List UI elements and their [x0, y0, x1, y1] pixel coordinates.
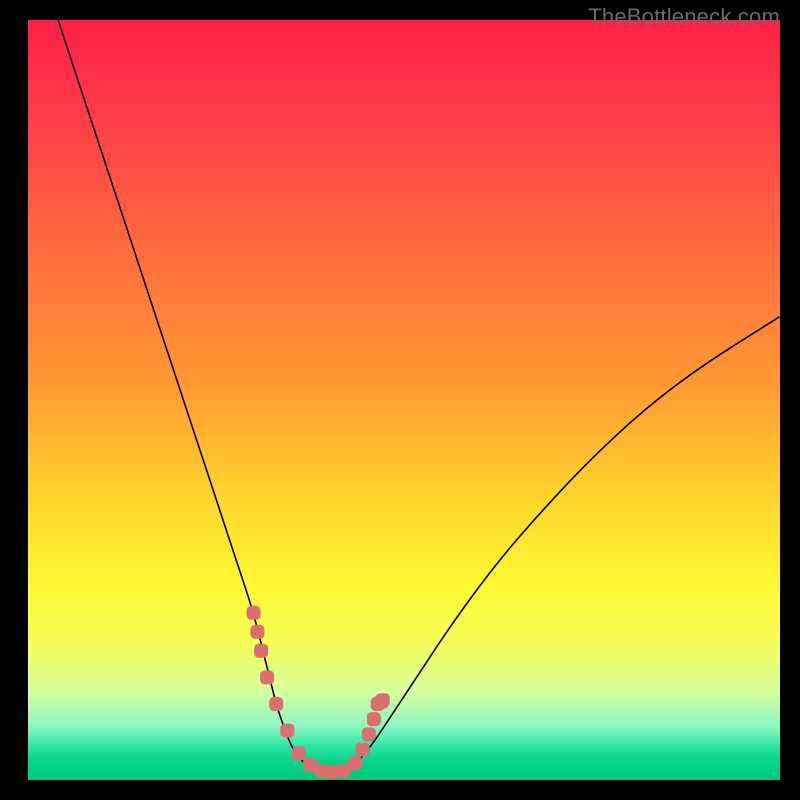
highlight-dot: [247, 606, 261, 620]
chart-frame: [28, 20, 780, 780]
highlight-dot: [280, 724, 294, 738]
highlight-dot: [269, 697, 283, 711]
highlight-dot: [254, 644, 268, 658]
highlight-dot: [250, 625, 264, 639]
highlight-dot: [367, 712, 381, 726]
watermark-text: TheBottleneck.com: [588, 4, 780, 30]
bottleneck-curve: [58, 20, 780, 772]
highlight-dot: [260, 670, 274, 684]
plot-svg: [28, 20, 780, 780]
highlight-dot: [348, 756, 362, 770]
highlight-dot: [362, 727, 376, 741]
highlight-dot: [292, 746, 306, 760]
highlight-dot: [376, 693, 390, 707]
highlight-dots: [247, 606, 390, 780]
highlight-dot: [356, 743, 370, 757]
